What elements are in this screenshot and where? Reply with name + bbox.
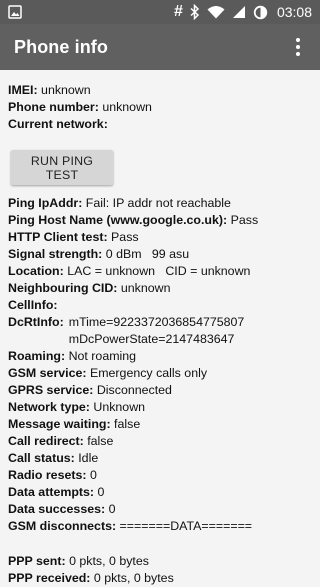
info-label: Signal strength:	[8, 247, 103, 261]
info-label: Roaming:	[8, 349, 66, 363]
info-row-gsm-disconnects: GSM disconnects: =======DATA=======	[8, 518, 312, 535]
info-row-dcrtinfo: DcRtInfo: mTime=9223372036854775807 mDcP…	[8, 314, 312, 348]
info-row-current-network: Current network:	[8, 116, 312, 133]
info-label: HTTP Client test:	[8, 230, 108, 244]
info-row-radio-resets: Radio resets: 0	[8, 467, 312, 484]
info-value: Idle	[74, 451, 99, 465]
info-label: GPRS service:	[8, 383, 94, 397]
run-ping-test-button[interactable]: RUN PING TEST	[11, 150, 113, 185]
info-value: 0	[105, 502, 116, 516]
info-label: Call redirect:	[8, 434, 84, 448]
info-value: 0	[86, 468, 97, 482]
bluetooth-icon	[190, 4, 200, 20]
info-label: Current network:	[8, 117, 108, 131]
info-value: Not roaming	[65, 349, 137, 363]
info-row-imei: IMEI: unknown	[8, 82, 312, 99]
dcrtinfo-line-mtime: mTime=9223372036854775807	[68, 315, 245, 329]
info-row-call-status: Call status: Idle	[8, 450, 312, 467]
info-value: unknown	[98, 100, 152, 114]
info-row-roaming: Roaming: Not roaming	[8, 348, 312, 365]
info-value: unknown	[37, 83, 91, 97]
info-value: unknown	[117, 281, 171, 295]
info-label: Ping IpAddr:	[8, 196, 83, 210]
info-row-call-redirect: Call redirect: false	[8, 433, 312, 450]
info-label: Call status:	[8, 451, 75, 465]
info-label: CellInfo:	[8, 298, 58, 312]
info-value: =======DATA=======	[116, 519, 253, 533]
status-bar: # 03:08	[0, 0, 320, 24]
info-row-http-client: HTTP Client test: Pass	[8, 229, 312, 246]
info-value: false	[83, 434, 114, 448]
info-row-network-type: Network type: Unknown	[8, 399, 312, 416]
info-label: GSM service:	[8, 366, 87, 380]
info-label: GSM disconnects:	[8, 519, 117, 533]
info-row-location: Location: LAC = unknown CID = unknown	[8, 263, 312, 280]
app-bar: Phone info	[0, 24, 320, 70]
info-label: Message waiting:	[8, 417, 111, 431]
info-label: Neighbouring CID:	[8, 281, 118, 295]
info-row-ping-ipaddr: Ping IpAddr: Fail: IP addr not reachable	[8, 195, 312, 212]
info-label: PPP received:	[8, 571, 91, 585]
info-row-message-waiting: Message waiting: false	[8, 416, 312, 433]
info-value: 0 dBm 99 asu	[102, 247, 190, 261]
clock: 03:08	[276, 4, 312, 20]
phone-info-content: IMEI: unknown Phone number: unknown Curr…	[0, 70, 320, 587]
info-label: Radio resets:	[8, 468, 87, 482]
info-value: false	[110, 417, 141, 431]
info-value: 0	[94, 485, 105, 499]
info-row-ppp-received: PPP received: 0 pkts, 0 bytes	[8, 570, 312, 587]
info-row-ping-hostname: Ping Host Name (www.google.co.uk): Pass	[8, 212, 312, 229]
info-label: Ping Host Name (www.google.co.uk):	[8, 213, 228, 227]
info-row-gsm-service: GSM service: Emergency calls only	[8, 365, 312, 382]
more-vert-icon[interactable]	[288, 34, 308, 60]
dcrtinfo-line-powerstate: mDcPowerState=2147483647	[68, 332, 235, 346]
info-label: DcRtInfo:	[8, 315, 64, 329]
info-label: PPP sent:	[8, 554, 66, 568]
dcrtinfo-values: mTime=9223372036854775807 mDcPowerState=…	[69, 314, 245, 348]
info-value: 0 pkts, 0 bytes	[65, 554, 149, 568]
info-row-signal-strength: Signal strength: 0 dBm 99 asu	[8, 246, 312, 263]
info-label: IMEI:	[8, 83, 38, 97]
hash-icon: #	[174, 3, 183, 20]
info-value: 0 pkts, 0 bytes	[90, 571, 174, 585]
info-value: Pass	[227, 213, 259, 227]
info-row-data-successes: Data successes: 0	[8, 501, 312, 518]
info-row-phone-number: Phone number: unknown	[8, 99, 312, 116]
signal-icon	[232, 5, 246, 19]
info-label: Network type:	[8, 400, 90, 414]
info-label: Data attempts:	[8, 485, 95, 499]
info-value: Pass	[107, 230, 139, 244]
info-value: Unknown	[89, 400, 146, 414]
info-label: Location:	[8, 264, 64, 278]
info-value: Fail: IP addr not reachable	[82, 196, 231, 210]
info-value: LAC = unknown CID = unknown	[63, 264, 251, 278]
info-row-gprs-service: GPRS service: Disconnected	[8, 382, 312, 399]
info-value: Emergency calls only	[86, 366, 208, 380]
wifi-icon	[207, 5, 225, 19]
info-label: Phone number:	[8, 100, 99, 114]
info-row-data-attempts: Data attempts: 0	[8, 484, 312, 501]
info-row-ppp-sent: PPP sent: 0 pkts, 0 bytes	[8, 553, 312, 570]
sync-icon	[253, 5, 268, 20]
info-value: Disconnected	[93, 383, 172, 397]
info-row-cellinfo: CellInfo:	[8, 297, 312, 314]
image-icon	[8, 5, 22, 19]
page-title: Phone info	[14, 36, 108, 57]
info-row-neighbouring-cid: Neighbouring CID: unknown	[8, 280, 312, 297]
info-label: Data successes:	[8, 502, 106, 516]
